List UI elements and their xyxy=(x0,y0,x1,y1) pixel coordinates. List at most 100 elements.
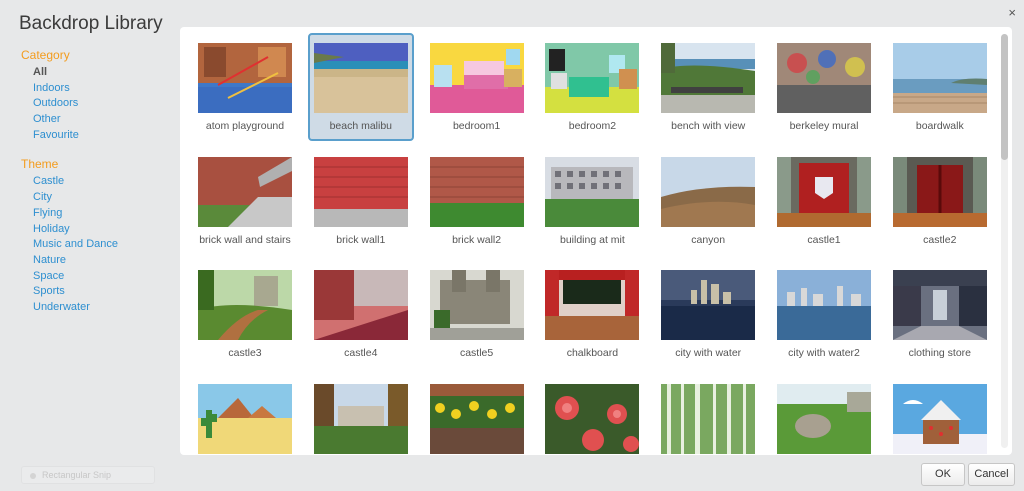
theme-item-sports[interactable]: Sports xyxy=(21,284,171,300)
backdrop-tile[interactable]: beach malibu xyxy=(307,33,414,141)
backdrop-tile[interactable] xyxy=(192,374,298,455)
backdrop-tile[interactable]: boardwalk xyxy=(887,33,993,141)
backdrop-tile[interactable]: building at mit xyxy=(539,147,645,255)
backdrop-thumbnail xyxy=(777,156,871,227)
backdrop-label: brick wall1 xyxy=(336,233,386,246)
backdrop-tile[interactable]: city with water2 xyxy=(771,260,877,368)
backdrop-thumbnail xyxy=(313,156,408,227)
backdrop-tile[interactable]: chalkboard xyxy=(539,260,645,368)
backdrop-label: clothing store xyxy=(908,347,972,360)
backdrop-thumbnail xyxy=(545,156,640,227)
snip-label: Rectangular Snip xyxy=(42,470,112,480)
backdrop-tile[interactable]: city with water xyxy=(655,260,761,368)
backdrop-tile[interactable] xyxy=(539,374,645,455)
backdrop-label: brick wall and stairs xyxy=(199,233,291,246)
vertical-scrollbar[interactable] xyxy=(1001,34,1008,448)
backdrop-tile[interactable]: castle3 xyxy=(192,260,298,368)
backdrop-tile[interactable]: canyon xyxy=(655,147,761,255)
theme-item-flying[interactable]: Flying xyxy=(21,206,171,222)
backdrop-tile[interactable]: castle4 xyxy=(308,260,414,368)
theme-item-space[interactable]: Space xyxy=(21,269,171,285)
backdrop-thumbnail xyxy=(777,270,871,341)
theme-item-nature[interactable]: Nature xyxy=(21,253,171,269)
category-item-indoors[interactable]: Indoors xyxy=(21,81,171,97)
backdrop-thumbnail xyxy=(545,384,640,455)
backdrop-label: boardwalk xyxy=(915,120,964,132)
backdrop-label: castle5 xyxy=(459,347,494,360)
theme-item-music-and-dance[interactable]: Music and Dance xyxy=(21,237,171,253)
backdrop-tile[interactable] xyxy=(308,374,414,455)
backdrop-tile[interactable]: atom playground xyxy=(192,33,298,141)
backdrop-thumbnail xyxy=(545,43,640,113)
backdrop-label: bedroom1 xyxy=(452,120,501,132)
backdrop-library-dialog: Backdrop Library × Category All Indoors Ou… xyxy=(0,0,1024,491)
backdrop-tile[interactable]: berkeley mural xyxy=(771,33,877,141)
backdrop-tile[interactable]: castle1 xyxy=(771,147,877,255)
backdrop-thumbnail xyxy=(545,270,640,341)
backdrop-tile[interactable]: clothing store xyxy=(887,260,993,368)
backdrop-thumbnail xyxy=(661,270,756,341)
theme-item-holiday[interactable]: Holiday xyxy=(21,222,171,238)
theme-list: Castle City Flying Holiday Music and Dance Na… xyxy=(21,174,171,315)
snip-icon xyxy=(30,472,36,479)
category-list: All Indoors Outdoors Other Favourite xyxy=(21,65,171,143)
backdrop-label: bench with view xyxy=(671,120,746,132)
backdrop-thumbnail xyxy=(313,270,408,341)
backdrop-tile[interactable]: bedroom1 xyxy=(424,33,530,141)
backdrop-tile[interactable] xyxy=(887,374,993,455)
backdrop-thumbnail xyxy=(198,384,292,455)
close-icon[interactable]: × xyxy=(1008,5,1016,20)
backdrop-label: city with water2 xyxy=(788,347,860,360)
category-item-all[interactable]: All xyxy=(21,65,171,81)
backdrop-tile[interactable]: castle2 xyxy=(887,147,993,255)
backdrop-thumbnail xyxy=(429,43,524,113)
backdrop-thumbnail xyxy=(429,270,524,341)
backdrop-tile[interactable]: bedroom2 xyxy=(539,33,645,141)
backdrop-tile[interactable]: bench with view xyxy=(655,33,761,141)
theme-item-castle[interactable]: Castle xyxy=(21,174,171,190)
backdrop-thumbnail xyxy=(198,43,292,113)
backdrop-tile[interactable] xyxy=(655,374,761,455)
backdrop-tile[interactable]: brick wall1 xyxy=(308,147,414,255)
backdrop-thumbnail xyxy=(892,270,987,341)
backdrop-label: castle1 xyxy=(807,233,841,246)
theme-item-city[interactable]: City xyxy=(21,190,171,206)
backdrop-thumbnail xyxy=(198,270,292,341)
category-item-other[interactable]: Other xyxy=(21,112,171,128)
scrollbar-thumb[interactable] xyxy=(1001,34,1008,160)
backdrop-thumbnail xyxy=(313,43,408,113)
backdrop-label: canyon xyxy=(691,233,726,246)
backdrop-tile[interactable]: castle5 xyxy=(424,260,530,368)
backdrop-tile[interactable]: brick wall2 xyxy=(424,147,530,255)
backdrop-label: berkeley mural xyxy=(789,120,859,132)
category-item-favourite[interactable]: Favourite xyxy=(21,128,171,144)
cancel-button[interactable]: Cancel xyxy=(968,463,1015,486)
ok-button[interactable]: OK xyxy=(921,463,965,486)
rectangular-snip-ghost: Rectangular Snip xyxy=(21,466,155,484)
theme-item-underwater[interactable]: Underwater xyxy=(21,300,171,316)
backdrop-thumbnail xyxy=(777,384,871,455)
backdrop-thumbnail xyxy=(777,43,871,113)
backdrop-thumbnail xyxy=(429,384,524,455)
backdrop-grid: atom playground beach malibu bedroom1 bedro… xyxy=(180,27,995,455)
backdrop-thumbnail xyxy=(892,384,987,455)
backdrop-label: beach malibu xyxy=(329,120,393,132)
backdrop-thumbnail xyxy=(892,156,987,227)
backdrop-tile[interactable]: brick wall and stairs xyxy=(192,147,298,255)
backdrop-label: castle4 xyxy=(344,347,378,360)
backdrop-thumbnail xyxy=(198,156,292,227)
backdrop-label: atom playground xyxy=(205,120,285,132)
dialog-title: Backdrop Library xyxy=(19,13,163,34)
backdrop-grid-panel: atom playground beach malibu bedroom1 bedro… xyxy=(180,27,1012,455)
backdrop-tile[interactable] xyxy=(424,374,530,455)
category-heading: Category xyxy=(21,48,70,62)
category-item-outdoors[interactable]: Outdoors xyxy=(21,96,171,112)
backdrop-label: bedroom2 xyxy=(568,120,617,132)
backdrop-label: brick wall2 xyxy=(452,233,502,246)
backdrop-thumbnail xyxy=(892,43,987,113)
backdrop-tile[interactable] xyxy=(771,374,877,455)
backdrop-thumbnail xyxy=(429,156,524,227)
backdrop-thumbnail xyxy=(661,156,756,227)
backdrop-thumbnail xyxy=(661,43,756,113)
backdrop-label: city with water xyxy=(675,347,742,360)
